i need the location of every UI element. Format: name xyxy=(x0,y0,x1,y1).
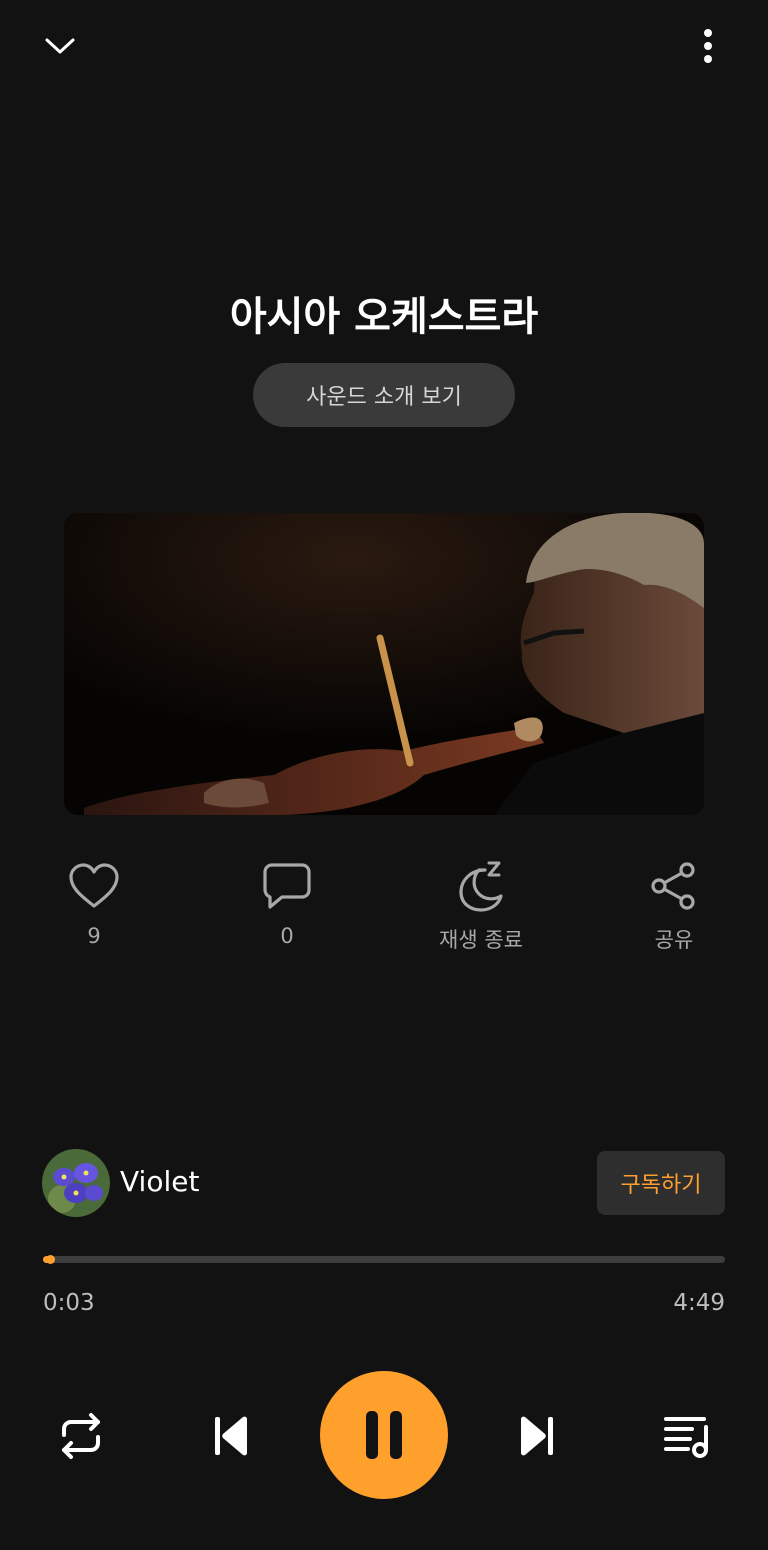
track-title: 아시아 오케스트라 xyxy=(229,294,539,340)
collapse-button[interactable] xyxy=(36,22,84,70)
playlist-button[interactable] xyxy=(656,1405,718,1467)
current-time: 0:03 xyxy=(43,1290,95,1316)
pause-button[interactable] xyxy=(320,1371,448,1499)
heart-icon xyxy=(66,858,122,914)
previous-button[interactable] xyxy=(200,1405,262,1467)
avatar[interactable] xyxy=(42,1149,110,1217)
skip-next-icon xyxy=(521,1416,553,1456)
cover-image xyxy=(64,513,704,815)
more-vertical-icon xyxy=(704,29,712,63)
artist-name[interactable]: Violet xyxy=(120,1165,199,1198)
share-button[interactable]: 공유 xyxy=(604,858,744,968)
sleep-timer-button[interactable]: 재생 종료 xyxy=(411,858,551,968)
pause-icon xyxy=(366,1411,402,1459)
sleep-timer-icon xyxy=(453,858,509,914)
player-screen: 아시아 오케스트라 사운드 소개 보기 9 0 재생 종료 공유 Violet … xyxy=(0,0,768,1550)
share-icon xyxy=(646,858,702,914)
like-button[interactable]: 9 xyxy=(24,858,164,968)
next-button[interactable] xyxy=(506,1405,568,1467)
share-label: 공유 xyxy=(654,928,694,952)
comment-count: 0 xyxy=(280,924,294,948)
sound-intro-button[interactable]: 사운드 소개 보기 xyxy=(253,363,515,427)
progress-bar[interactable] xyxy=(43,1255,725,1264)
comment-button[interactable]: 0 xyxy=(217,858,357,968)
comment-icon xyxy=(259,858,315,914)
subscribe-button[interactable]: 구독하기 xyxy=(597,1151,725,1215)
progress-thumb[interactable] xyxy=(46,1255,56,1264)
like-count: 9 xyxy=(87,924,101,948)
skip-previous-icon xyxy=(215,1416,247,1456)
sleep-timer-label: 재생 종료 xyxy=(439,928,523,952)
chevron-down-icon xyxy=(45,38,75,54)
playlist-icon xyxy=(664,1417,708,1458)
more-options-button[interactable] xyxy=(684,22,732,70)
action-bar: 9 0 재생 종료 공유 xyxy=(0,858,768,968)
repeat-icon xyxy=(62,1413,100,1459)
total-time: 4:49 xyxy=(673,1290,725,1316)
repeat-button[interactable] xyxy=(50,1405,112,1467)
